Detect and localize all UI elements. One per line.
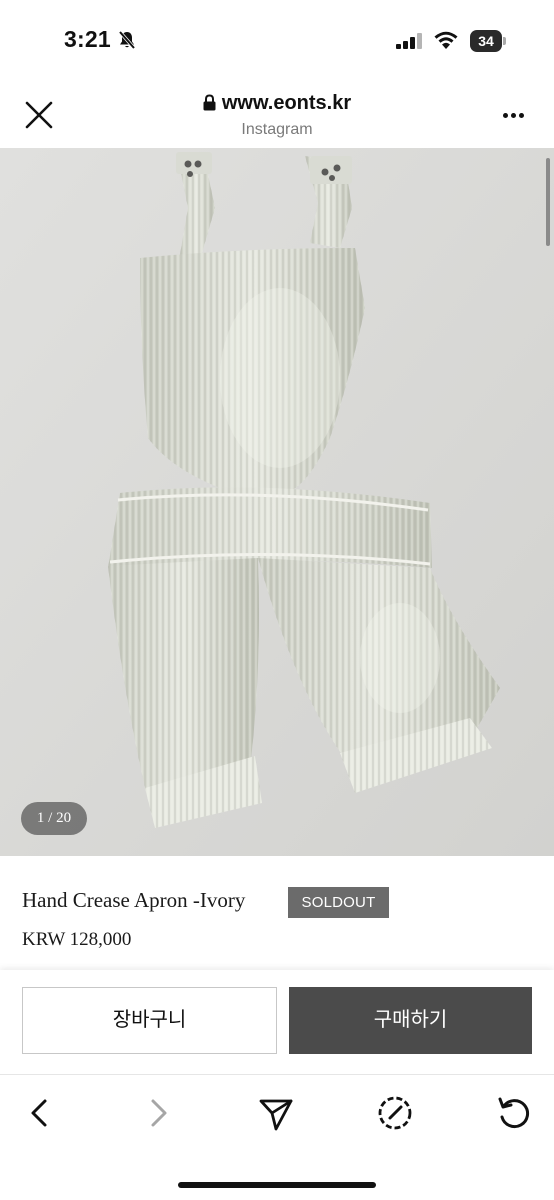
scroll-indicator[interactable]: [546, 158, 550, 246]
browser-header: www.eonts.kr Instagram: [0, 82, 554, 148]
forward-icon[interactable]: [138, 1093, 178, 1133]
gallery-page-indicator: 1 / 20: [21, 802, 87, 835]
signal-icon: [396, 33, 422, 49]
soldout-badge: SOLDOUT: [288, 887, 389, 918]
battery-icon: 34: [470, 30, 506, 52]
url-text: www.eonts.kr: [221, 92, 352, 114]
share-icon[interactable]: [256, 1093, 296, 1133]
battery-level: 34: [478, 33, 494, 49]
home-indicator[interactable]: [178, 1182, 376, 1188]
status-time: 3:21: [64, 26, 111, 52]
product-title: Hand Crease Apron -Ivory: [22, 888, 246, 912]
more-icon[interactable]: [496, 102, 532, 128]
product-photo[interactable]: [0, 148, 554, 856]
lock-icon: [203, 94, 216, 111]
bell-slash-icon: [118, 30, 136, 50]
url-bar[interactable]: www.eonts.kr: [0, 92, 554, 115]
browser-toolbar: [0, 1074, 554, 1200]
reload-icon[interactable]: [494, 1093, 534, 1133]
product-price: KRW 128,000: [22, 929, 132, 950]
add-to-cart-button[interactable]: 장바구니: [22, 987, 277, 1054]
compass-icon[interactable]: [375, 1093, 415, 1133]
wifi-icon: [434, 31, 458, 49]
source-label: Instagram: [241, 121, 313, 138]
back-icon[interactable]: [20, 1093, 60, 1133]
buy-now-button[interactable]: 구매하기: [289, 987, 532, 1054]
purchase-bar: 장바구니 구매하기: [0, 970, 554, 1074]
product-photo-apron: [0, 148, 554, 856]
status-bar: 3:21 34: [0, 0, 554, 82]
